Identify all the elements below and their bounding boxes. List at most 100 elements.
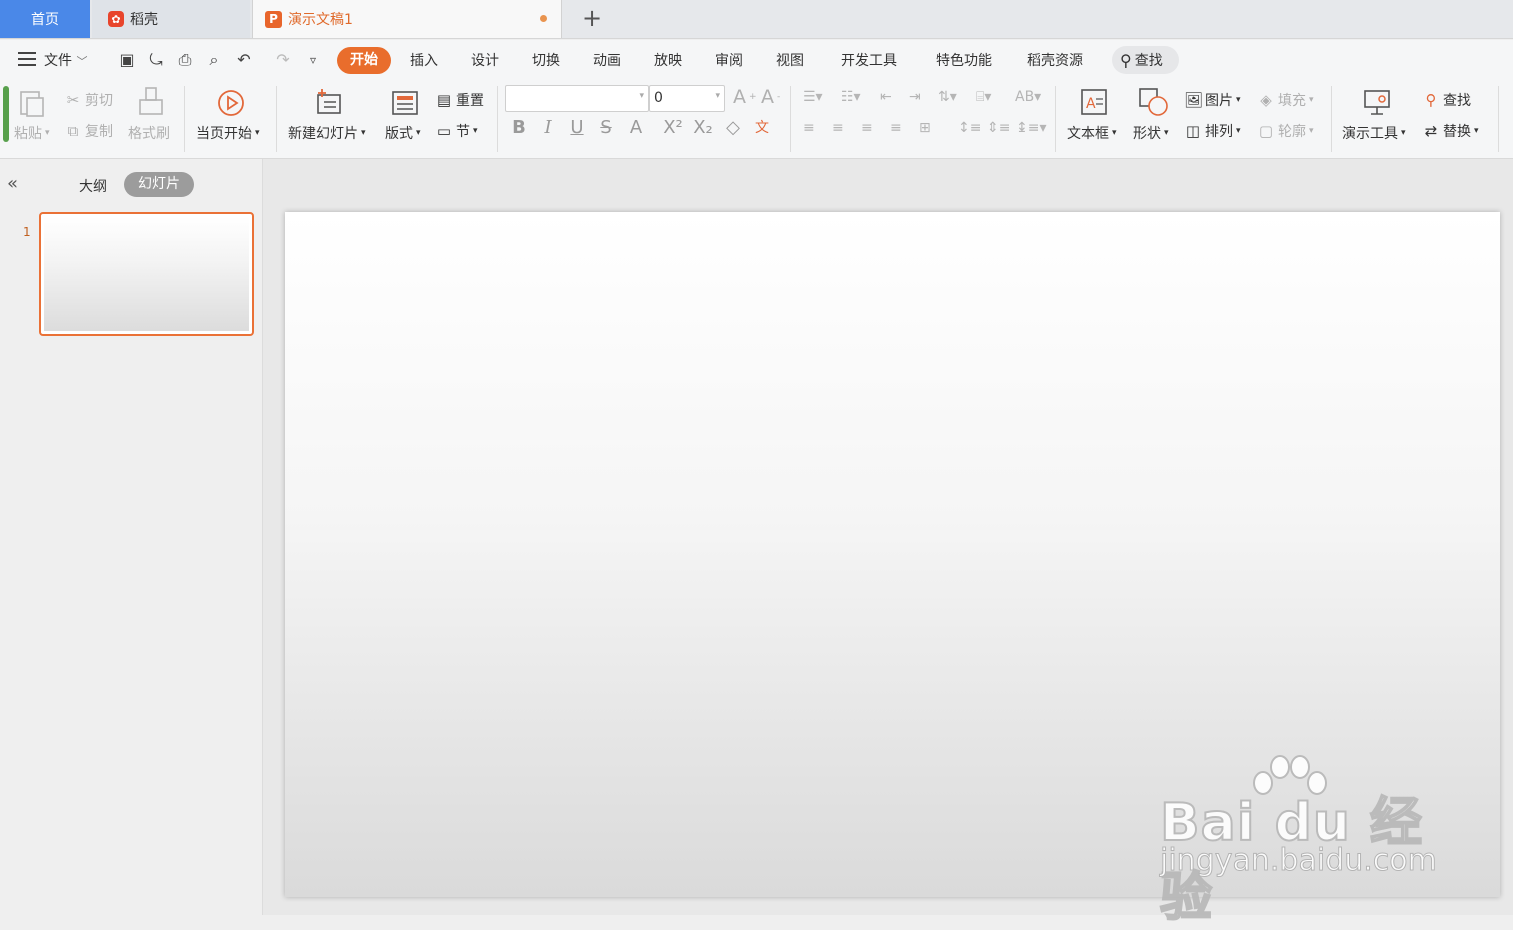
fill-button[interactable]: ◈ 填充 ▾: [1257, 90, 1313, 110]
clear-format-icon[interactable]: ◇: [722, 117, 744, 138]
tab-transition[interactable]: 切换: [532, 50, 560, 72]
unsaved-dot-icon: [540, 15, 547, 22]
tab-slideshow[interactable]: 放映: [654, 50, 682, 72]
tab-document-label: 演示文稿1: [288, 12, 353, 28]
increase-indent-icon[interactable]: ⇥: [909, 89, 921, 105]
presentation-tools-icon: [1364, 90, 1390, 115]
tab-view[interactable]: 视图: [776, 50, 804, 72]
tab-daoke-resources[interactable]: 稻壳资源: [1027, 50, 1083, 72]
redo-icon[interactable]: ↷: [273, 50, 293, 70]
justify-icon[interactable]: ≡: [890, 120, 902, 136]
font-color-icon[interactable]: A: [625, 117, 647, 138]
superscript-icon[interactable]: X²: [662, 117, 684, 138]
presentation-tools-label: 演示工具: [1342, 126, 1398, 142]
underline-icon[interactable]: U: [566, 117, 588, 138]
layout-label: 版式: [385, 126, 413, 142]
numbered-list-icon[interactable]: ☷▾: [841, 89, 861, 105]
undo-icon[interactable]: ↶: [234, 50, 254, 70]
align-center-icon[interactable]: ≡: [832, 120, 844, 136]
fill-label: 填充: [1278, 93, 1306, 109]
new-tab-button[interactable]: +: [580, 5, 604, 31]
bold-icon[interactable]: B: [508, 117, 530, 138]
distribute-icon[interactable]: ⊞: [919, 120, 931, 136]
paragraph-spacing-icon[interactable]: ⇕≡: [987, 120, 1010, 136]
tab-slides[interactable]: 幻灯片: [124, 172, 194, 197]
strikethrough-icon[interactable]: S: [595, 117, 617, 138]
baidu-watermark: Bai du 经验 jingyan.baidu.com: [1159, 755, 1437, 929]
slide-thumbnail-preview: [44, 217, 249, 331]
tab-home-label: 首页: [31, 12, 59, 28]
layout-button[interactable]: 版式 ▾: [385, 123, 421, 143]
customize-icon[interactable]: ▿: [303, 50, 323, 70]
format-painter-button[interactable]: 格式刷: [128, 123, 170, 143]
align-right-icon[interactable]: ≡: [861, 120, 873, 136]
new-slide-icon: [317, 89, 341, 114]
cut-button[interactable]: ✂ 剪切: [64, 90, 113, 110]
picture-icon: 🖼: [1184, 91, 1204, 109]
chevron-down-icon: ▾: [715, 91, 720, 101]
tab-insert[interactable]: 插入: [410, 50, 438, 72]
presentation-tools-button[interactable]: 演示工具 ▾: [1342, 123, 1406, 143]
reset-button[interactable]: ▤ 重置: [435, 90, 484, 110]
shrink-font-icon[interactable]: A-: [761, 86, 780, 108]
outline-icon: ▢: [1258, 122, 1274, 140]
tab-animation[interactable]: 动画: [593, 50, 621, 72]
bullet-list-icon[interactable]: ☰▾: [803, 89, 823, 105]
spacing-menu-icon[interactable]: ↨≡▾: [1016, 120, 1047, 136]
font-name-combo[interactable]: ▾: [505, 85, 649, 112]
outline-button[interactable]: ▢ 轮廓 ▾: [1257, 121, 1314, 141]
reset-icon: ▤: [436, 91, 452, 109]
tab-home[interactable]: 首页: [0, 0, 90, 38]
tab-start[interactable]: 开始: [337, 47, 391, 74]
tab-design[interactable]: 设计: [471, 50, 499, 72]
tab-features[interactable]: 特色功能: [936, 50, 992, 72]
picture-label: 图片: [1205, 93, 1233, 109]
phonetic-icon[interactable]: 文: [751, 117, 773, 137]
tab-document[interactable]: P 演示文稿1: [252, 0, 562, 38]
text-shadow-icon[interactable]: AB▾: [1015, 89, 1041, 105]
reset-label: 重置: [456, 93, 484, 109]
divider: [184, 86, 185, 152]
text-direction-icon[interactable]: ⇅▾: [938, 89, 957, 105]
arrange-button[interactable]: ◫ 排列 ▾: [1184, 121, 1241, 141]
divider: [276, 86, 277, 152]
shape-button[interactable]: 形状 ▾: [1133, 123, 1169, 143]
replace-button[interactable]: ⇄ 替换 ▾: [1422, 121, 1479, 141]
text-box-button[interactable]: 文本框 ▾: [1067, 123, 1117, 143]
output-icon[interactable]: ⤿: [146, 50, 166, 70]
italic-icon[interactable]: I: [537, 117, 559, 138]
from-current-button[interactable]: 当页开始 ▾: [196, 123, 260, 143]
divider: [1498, 86, 1499, 152]
print-icon[interactable]: ⎙: [175, 50, 195, 70]
align-text-icon[interactable]: ⌸▾: [976, 89, 991, 105]
tab-review[interactable]: 审阅: [715, 50, 743, 72]
outline-label: 轮廓: [1278, 124, 1306, 140]
new-slide-button[interactable]: 新建幻灯片 ▾: [288, 123, 366, 143]
layout-icon: [392, 91, 418, 115]
subscript-icon[interactable]: X₂: [692, 117, 714, 138]
grow-font-icon[interactable]: A +: [733, 86, 757, 108]
section-button[interactable]: ▭ 节 ▾: [435, 121, 478, 141]
print-preview-icon[interactable]: ⌕: [204, 50, 224, 70]
tab-daoke[interactable]: ✿ 稻壳: [92, 0, 250, 38]
find-button[interactable]: ⚲ 查找: [1422, 90, 1472, 110]
slide-thumbnail[interactable]: [39, 212, 254, 336]
line-spacing-icon[interactable]: ↕≡: [958, 120, 981, 136]
hamburger-icon[interactable]: [18, 52, 36, 66]
copy-button[interactable]: ⧉ 复制: [64, 121, 113, 141]
paste-button[interactable]: 粘贴 ▾: [14, 123, 50, 143]
decrease-indent-icon[interactable]: ⇤: [880, 89, 892, 105]
save-icon[interactable]: ▣: [117, 50, 137, 70]
search-button[interactable]: ⚲ 查找: [1112, 46, 1179, 74]
paste-label: 粘贴: [14, 126, 42, 142]
arrange-label: 排列: [1205, 124, 1233, 140]
tab-outline[interactable]: 大纲: [79, 176, 107, 196]
tab-bar: 首页 ✿ 稻壳 P 演示文稿1 +: [0, 0, 1513, 39]
picture-button[interactable]: 🖼 图片 ▾: [1184, 90, 1241, 110]
tab-developer[interactable]: 开发工具: [841, 50, 897, 72]
new-slide-label: 新建幻灯片: [288, 126, 358, 142]
font-size-combo[interactable]: 0 ▾: [649, 85, 725, 112]
file-menu[interactable]: 文件 ﹀: [44, 50, 87, 72]
collapse-panel-icon[interactable]: «: [7, 173, 18, 194]
align-left-icon[interactable]: ≡: [803, 120, 815, 136]
